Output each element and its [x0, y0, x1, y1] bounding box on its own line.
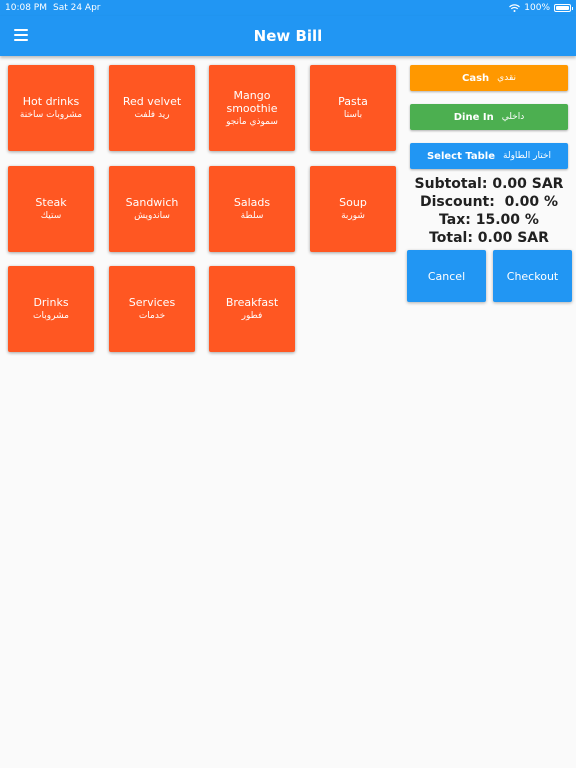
category-label: Soup	[339, 196, 367, 209]
category-label-ar: مشروبات ساخنة	[19, 110, 83, 120]
page-title: New Bill	[253, 27, 323, 45]
payment-cash-button[interactable]: Cash نقدي	[410, 65, 568, 91]
category-label-ar: ستيك	[40, 211, 62, 221]
checkout-button[interactable]: Checkout	[493, 250, 572, 302]
cancel-button[interactable]: Cancel	[407, 250, 486, 302]
select-table-button[interactable]: Select Table اختار الطاولة	[410, 143, 568, 169]
app-bar: New Bill	[0, 16, 576, 56]
total-text: Total: 0.00 SAR	[429, 230, 549, 246]
payment-label-ar: نقدي	[497, 73, 516, 83]
category-label: Steak	[35, 196, 67, 209]
category-label: Breakfast	[225, 296, 279, 309]
category-salads[interactable]: Salads سلطة	[209, 166, 295, 252]
category-label-ar: ريد فلفت	[134, 110, 170, 120]
category-soup[interactable]: Soup شوربة	[310, 166, 396, 252]
category-red-velvet[interactable]: Red velvet ريد فلفت	[109, 65, 195, 151]
category-label: Red velvet	[122, 95, 182, 108]
dine-in-button[interactable]: Dine In داخلي	[410, 104, 568, 130]
tax-text: Tax: 15.00 %	[439, 212, 539, 228]
order-type-label-ar: داخلي	[501, 112, 525, 122]
category-sandwich[interactable]: Sandwich ساندويش	[109, 166, 195, 252]
category-pasta[interactable]: Pasta باستا	[310, 65, 396, 151]
table-label: Select Table	[426, 150, 496, 162]
subtotal-text: Subtotal: 0.00 SAR	[414, 176, 564, 192]
battery-icon	[554, 4, 573, 12]
category-label-ar: خدمات	[138, 311, 166, 321]
status-right: 100%	[509, 3, 573, 13]
discount-text: Discount: 0.00 %	[419, 194, 559, 210]
category-label: Drinks	[33, 296, 69, 309]
status-time: 10:08 PM	[5, 3, 47, 13]
category-hot-drinks[interactable]: Hot drinks مشروبات ساخنة	[8, 65, 94, 151]
category-steak[interactable]: Steak ستيك	[8, 166, 94, 252]
category-label: Services	[128, 296, 176, 309]
category-mango-smoothie[interactable]: Mango smoothie سموذي مانجو	[209, 65, 295, 151]
category-drinks[interactable]: Drinks مشروبات	[8, 266, 94, 352]
category-label: Salads	[233, 196, 271, 209]
battery-level	[556, 6, 569, 10]
category-label-ar: سموذي مانجو	[226, 116, 278, 127]
table-label-ar: اختار الطاولة	[503, 151, 552, 161]
category-label: Sandwich	[125, 196, 179, 209]
category-label-ar: شوربة	[341, 211, 365, 221]
category-label-ar: باستا	[343, 110, 363, 120]
category-label: Mango smoothie	[226, 88, 278, 115]
status-bar: 10:08 PM Sat 24 Apr 100%	[0, 0, 576, 16]
category-label-ar: سلطة	[240, 211, 264, 221]
status-date: Sat 24 Apr	[53, 3, 101, 13]
category-breakfast[interactable]: Breakfast فطور	[209, 266, 295, 352]
category-label-ar: فطور	[241, 311, 263, 321]
category-services[interactable]: Services خدمات	[109, 266, 195, 352]
category-label-ar: ساندويش	[134, 211, 170, 221]
category-label-ar: مشروبات	[33, 311, 69, 321]
battery-percent: 100%	[524, 3, 550, 13]
payment-label: Cash	[462, 72, 490, 84]
order-type-label: Dine In	[453, 111, 494, 123]
category-label: Pasta	[338, 95, 368, 108]
wifi-icon	[509, 4, 521, 12]
category-label: Hot drinks	[22, 95, 80, 108]
